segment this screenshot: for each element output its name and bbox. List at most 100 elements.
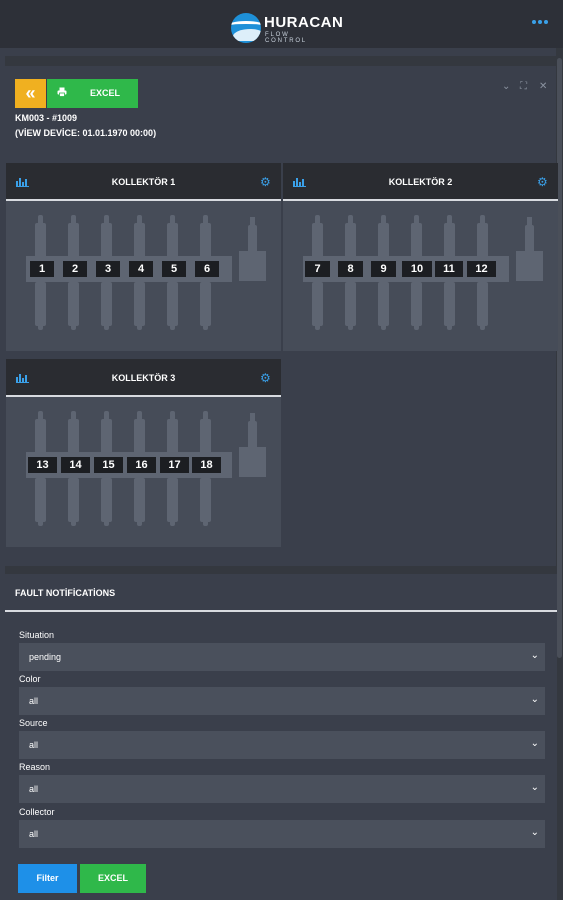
valve-top — [101, 411, 112, 455]
gear-icon[interactable]: ⚙ — [260, 176, 271, 188]
color-label: Color — [19, 674, 41, 684]
valve-bottom — [134, 478, 145, 526]
excel-label: EXCEL — [90, 88, 121, 98]
situation-select[interactable]: pending ⌄ — [19, 643, 545, 671]
manifold-end-cap — [516, 217, 543, 281]
collector-title: KOLLEKTÖR 3 — [111, 373, 176, 383]
printer-icon — [57, 87, 67, 97]
scrollbar-thumb[interactable] — [557, 58, 562, 658]
collector-card-3: KOLLEKTÖR 3 ⚙ 13 14 15 16 17 18 — [6, 359, 281, 547]
valve-bottom — [68, 478, 79, 526]
valve-number[interactable]: 1 — [30, 261, 54, 277]
source-value: all — [29, 740, 39, 750]
valve-bottom — [378, 282, 389, 330]
excel-button[interactable]: EXCEL — [80, 864, 146, 893]
valve-number[interactable]: 18 — [192, 457, 221, 473]
valve-number[interactable]: 4 — [129, 261, 153, 277]
valve-number[interactable]: 12 — [467, 261, 496, 277]
valve-bottom — [200, 478, 211, 526]
valve-diagram: 7 8 9 10 11 12 — [283, 203, 558, 351]
valve-bottom — [167, 478, 178, 526]
more-menu-icon[interactable] — [532, 18, 550, 26]
logo-name: HURACAN — [264, 14, 344, 31]
manifold-end-cap — [239, 413, 266, 477]
chevron-down-icon: ⌄ — [530, 650, 539, 661]
valve-number[interactable]: 14 — [61, 457, 90, 473]
valve-number[interactable]: 2 — [63, 261, 87, 277]
valve-number[interactable]: 15 — [94, 457, 123, 473]
valve-diagram: 1 2 3 4 5 6 — [6, 203, 281, 351]
valve-bottom — [167, 282, 178, 330]
collector-card-1: KOLLEKTÖR 1 ⚙ 1 2 3 4 5 6 — [6, 163, 281, 351]
color-select[interactable]: all ⌄ — [19, 687, 545, 715]
valve-bottom — [345, 282, 356, 330]
logo-wave-icon — [231, 13, 261, 43]
valve-number[interactable]: 16 — [127, 457, 156, 473]
collapse-icon[interactable]: ⌄ — [502, 82, 510, 92]
situation-label: Situation — [19, 630, 55, 640]
section-divider — [5, 566, 557, 574]
maximize-icon[interactable]: ⛶ — [520, 82, 527, 92]
manifold-end-cap — [239, 217, 266, 281]
chevron-down-icon: ⌄ — [530, 694, 539, 705]
valve-number[interactable]: 6 — [195, 261, 219, 277]
valve-top — [477, 215, 488, 259]
valve-number[interactable]: 13 — [28, 457, 57, 473]
valve-bottom — [134, 282, 145, 330]
valve-bottom — [101, 282, 112, 330]
valve-top — [134, 215, 145, 259]
valve-diagram: 13 14 15 16 17 18 — [6, 399, 281, 547]
valve-number[interactable]: 17 — [160, 457, 189, 473]
fault-title-underline — [5, 610, 557, 612]
reason-value: all — [29, 784, 39, 794]
situation-value: pending — [29, 652, 62, 662]
valve-top — [101, 215, 112, 259]
valve-number[interactable]: 11 — [435, 261, 463, 277]
gear-icon[interactable]: ⚙ — [260, 372, 271, 384]
valve-bottom — [477, 282, 488, 330]
panel-window-controls: ⌄ ⛶ ✕ — [502, 82, 550, 92]
collector-select[interactable]: all ⌄ — [19, 820, 545, 848]
valve-top — [68, 411, 79, 455]
panel-divider — [5, 56, 557, 66]
top-bar: HURACAN FLOW CONTROL — [0, 0, 563, 48]
logo-tagline: FLOW CONTROL — [265, 32, 307, 44]
source-select[interactable]: all ⌄ — [19, 731, 545, 759]
valve-number[interactable]: 8 — [338, 261, 363, 277]
valve-number[interactable]: 3 — [96, 261, 120, 277]
valve-bottom — [200, 282, 211, 330]
valve-top — [444, 215, 455, 259]
collector-label: Collector — [19, 807, 55, 817]
valve-number[interactable]: 10 — [402, 261, 432, 277]
reason-select[interactable]: all ⌄ — [19, 775, 545, 803]
valve-bottom — [411, 282, 422, 330]
collector-header: KOLLEKTÖR 3 ⚙ — [6, 359, 281, 397]
valve-top — [200, 411, 211, 455]
valve-top — [134, 411, 145, 455]
device-view-date: (VİEW DEVİCE: 01.01.1970 00:00) — [15, 128, 157, 138]
collector-title: KOLLEKTÖR 2 — [388, 177, 453, 187]
valve-bottom — [35, 478, 46, 526]
valve-number[interactable]: 5 — [162, 261, 186, 277]
valve-bottom — [101, 478, 112, 526]
valve-top — [312, 215, 323, 259]
valve-top — [200, 215, 211, 259]
chevron-down-icon: ⌄ — [530, 782, 539, 793]
filter-button[interactable]: Filter — [18, 864, 77, 893]
color-value: all — [29, 696, 39, 706]
valve-number[interactable]: 7 — [305, 261, 330, 277]
valve-top — [35, 215, 46, 259]
excel-export-button[interactable]: EXCEL — [47, 79, 138, 108]
close-icon[interactable]: ✕ — [539, 82, 547, 92]
valve-top — [167, 411, 178, 455]
back-button[interactable]: « — [15, 79, 46, 108]
huracan-logo[interactable]: HURACAN FLOW CONTROL — [231, 13, 343, 44]
collector-card-2: KOLLEKTÖR 2 ⚙ 7 8 9 10 11 12 — [283, 163, 558, 351]
valve-top — [345, 215, 356, 259]
valve-number[interactable]: 9 — [371, 261, 396, 277]
valve-top — [35, 411, 46, 455]
fault-title: FAULT NOTİFİCATİONS — [15, 588, 116, 598]
valve-bottom — [444, 282, 455, 330]
valve-bottom — [68, 282, 79, 330]
gear-icon[interactable]: ⚙ — [537, 176, 548, 188]
